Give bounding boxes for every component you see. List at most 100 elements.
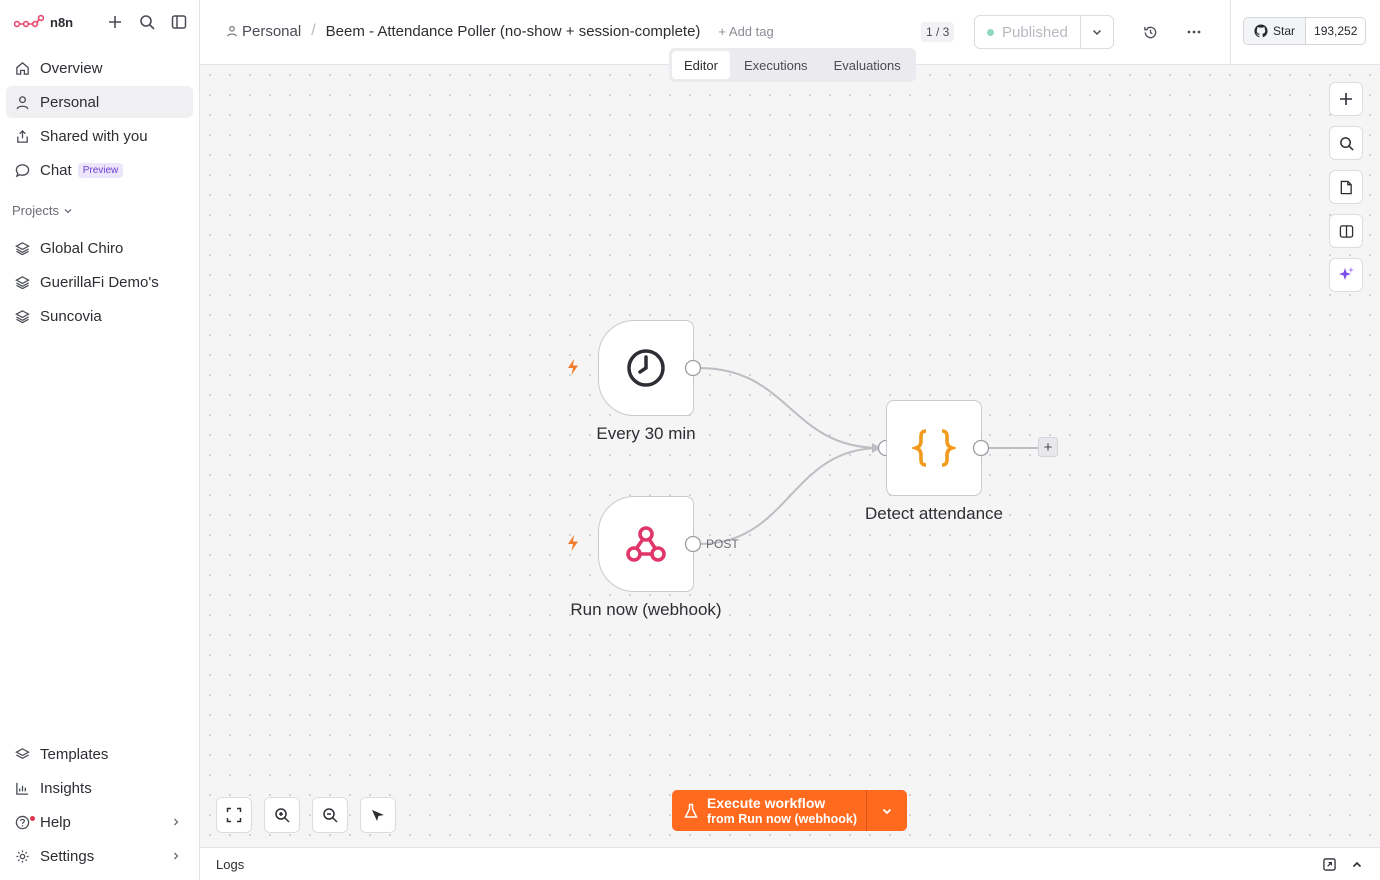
nav-help[interactable]: Help (6, 806, 193, 838)
flask-icon (684, 803, 698, 818)
plus-icon (1340, 93, 1352, 105)
node-schedule[interactable] (598, 320, 694, 416)
execute-workflow-subtitle: from Run now (webhook) (707, 811, 857, 826)
output-handle[interactable] (972, 439, 990, 457)
search-icon[interactable] (137, 12, 157, 32)
home-icon (14, 60, 30, 76)
nav-shared[interactable]: Shared with you (6, 120, 193, 152)
projects-label: Projects (12, 203, 59, 218)
published-button[interactable]: Published (975, 16, 1081, 48)
sidebar: n8n Overview Personal Shared with you Ch… (0, 0, 200, 880)
logs-panel-bar[interactable]: Logs (200, 847, 1380, 880)
published-status-dot (987, 28, 994, 36)
add-tag-button[interactable]: + Add tag (718, 24, 773, 39)
publish-dropdown-button[interactable] (1081, 16, 1113, 48)
execute-workflow-title: Execute workflow (707, 794, 826, 811)
project-item[interactable]: Suncovia (6, 300, 193, 332)
search-icon (1339, 136, 1354, 151)
ai-assistant-button[interactable] (1329, 258, 1363, 292)
plus-icon: + (1043, 438, 1053, 456)
nav-chat[interactable]: Chat Preview (6, 154, 193, 186)
trigger-bolt-icon (568, 359, 578, 375)
broom-icon (372, 810, 384, 821)
node-code[interactable] (886, 400, 982, 496)
github-icon (1254, 24, 1268, 38)
tab-editor[interactable]: Editor (672, 51, 730, 79)
notification-dot (30, 816, 35, 821)
user-icon (14, 94, 30, 110)
node-webhook-label: Run now (webhook) (570, 600, 722, 619)
add-icon[interactable] (105, 12, 125, 32)
pop-out-icon[interactable] (1323, 858, 1336, 871)
breadcrumb-project[interactable]: Personal (242, 23, 301, 40)
node-webhook[interactable] (598, 496, 694, 592)
chat-icon (14, 162, 30, 178)
node-schedule-label: Every 30 min (596, 424, 696, 443)
zoom-out-button[interactable] (312, 797, 348, 833)
panel-toggle-button[interactable] (1329, 214, 1363, 248)
nav-insights[interactable]: Insights (6, 772, 193, 804)
fit-view-button[interactable] (216, 797, 252, 833)
search-nodes-button[interactable] (1329, 126, 1363, 160)
tidy-up-button[interactable] (360, 797, 396, 833)
insights-icon (14, 780, 30, 796)
add-next-node-button[interactable]: + (1038, 437, 1058, 457)
logs-label: Logs (216, 857, 245, 872)
chevron-down-icon (882, 808, 892, 814)
output-handle[interactable] (684, 535, 702, 553)
execute-trigger-dropdown[interactable] (866, 790, 907, 831)
github-star-widget[interactable]: Star 193,252 (1243, 17, 1367, 45)
project-item[interactable]: GuerillaFi Demo's (6, 266, 193, 298)
connection-webhook-to-code (698, 447, 881, 545)
n8n-logo-icon (14, 14, 44, 28)
more-options-icon[interactable] (1184, 22, 1204, 42)
projects-header[interactable]: Projects (12, 203, 73, 218)
breadcrumb-separator: / (311, 22, 316, 39)
layers-icon (14, 308, 30, 324)
sidebar-toggle-icon[interactable] (169, 12, 189, 32)
add-node-button[interactable] (1329, 82, 1363, 116)
chevron-down-icon (1092, 29, 1102, 36)
header-divider (1230, 0, 1231, 65)
workflow-canvas[interactable]: Every 30 min POST Run now (webhook) + De… (200, 65, 1380, 847)
nav-insights-label: Insights (40, 779, 92, 797)
github-star-label: Star (1273, 24, 1296, 38)
nav-personal[interactable]: Personal (6, 86, 193, 118)
project-item[interactable]: Global Chiro (6, 232, 193, 264)
zoom-out-icon (323, 808, 338, 823)
sticky-note-button[interactable] (1329, 170, 1363, 204)
nav-overview[interactable]: Overview (6, 52, 193, 84)
workflow-title[interactable]: Beem - Attendance Poller (no-show + sess… (326, 23, 701, 40)
nav-chat-label: Chat (40, 161, 72, 179)
webhook-method-label: POST (706, 537, 739, 551)
published-label: Published (1002, 23, 1068, 41)
app-logo[interactable]: n8n (14, 10, 73, 34)
chevron-down-icon (64, 208, 72, 213)
output-handle[interactable] (684, 359, 702, 377)
project-label: Global Chiro (40, 239, 124, 257)
chevron-up-icon[interactable] (1351, 859, 1363, 871)
clock-icon (627, 349, 665, 387)
github-star-count[interactable]: 193,252 (1306, 18, 1365, 44)
connections-layer (698, 367, 1040, 545)
sparkle-icon (1339, 267, 1354, 280)
nav-templates[interactable]: Templates (6, 738, 193, 770)
tab-executions[interactable]: Executions (732, 51, 820, 79)
nav-settings-label: Settings (40, 847, 95, 865)
user-icon (227, 25, 237, 37)
history-icon[interactable] (1140, 22, 1160, 42)
github-star-button[interactable]: Star (1244, 18, 1307, 44)
help-icon (14, 814, 35, 830)
note-icon (1340, 180, 1352, 194)
project-label: GuerillaFi Demo's (40, 273, 159, 291)
zoom-in-button[interactable] (264, 797, 300, 833)
page-count: 1 / 3 (921, 22, 955, 42)
chevron-right-icon (174, 818, 179, 826)
layers-icon (14, 240, 30, 256)
publish-button-group: Published (974, 15, 1114, 49)
tab-evaluations[interactable]: Evaluations (822, 51, 913, 79)
nav-shared-label: Shared with you (40, 127, 148, 145)
share-icon (14, 128, 30, 144)
nav-settings[interactable]: Settings (6, 840, 193, 872)
execute-workflow-button[interactable]: Execute workflow from Run now (webhook) (672, 790, 866, 831)
